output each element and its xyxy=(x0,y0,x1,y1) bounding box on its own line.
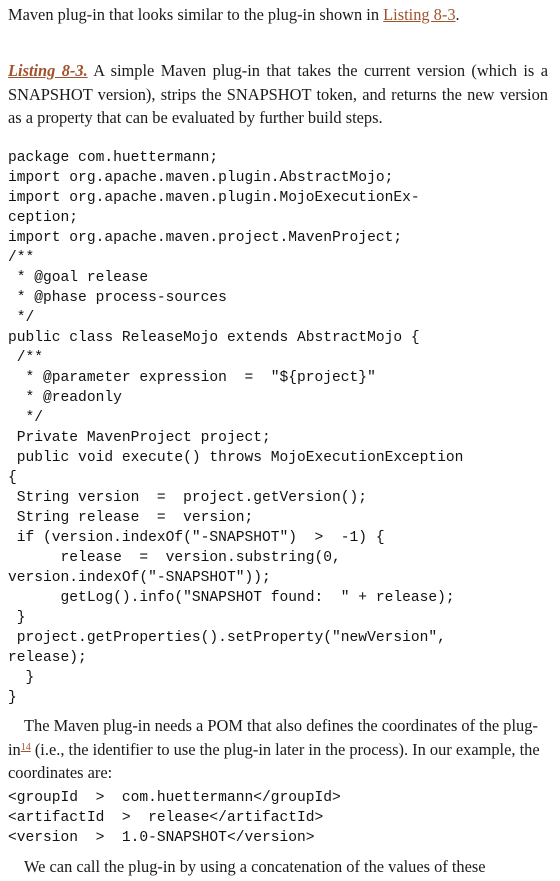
code-line: release = version.substring(0, xyxy=(8,550,341,566)
code-line: public void execute() throws MojoExecuti… xyxy=(8,450,464,466)
document-page: Maven plug-in that looks similar to the … xyxy=(0,0,560,881)
code-line: public class ReleaseMojo extends Abstrac… xyxy=(8,330,420,346)
code-line: release); xyxy=(8,650,87,666)
code-line: * @phase process-sources xyxy=(8,290,227,306)
code-line: } xyxy=(8,610,26,626)
code-line: package com.huettermann; xyxy=(8,150,219,166)
footnote-reference-link[interactable]: 14 xyxy=(21,742,31,753)
listing-caption: Listing 8-3. A simple Maven plug-in that… xyxy=(8,59,548,130)
code-line: /** xyxy=(8,250,35,266)
coordinate-line: <version > 1.0-SNAPSHOT</version> xyxy=(8,830,315,846)
intro-text: Maven plug-in that looks similar to the … xyxy=(8,5,384,24)
coordinate-line: <groupId > com.huettermann</groupId> xyxy=(8,790,341,806)
code-line: ception; xyxy=(8,210,79,226)
code-line: import org.apache.maven.plugin.MojoExecu… xyxy=(8,190,420,206)
code-listing: package com.huettermann; import org.apac… xyxy=(8,148,463,708)
intro-line: Maven plug-in that looks similar to the … xyxy=(8,3,460,27)
code-line: /** xyxy=(8,350,44,366)
code-line: */ xyxy=(8,410,44,426)
code-line: project.getProperties().setProperty("new… xyxy=(8,630,446,646)
code-line: String release = version; xyxy=(8,510,254,526)
code-line: String version = project.getVersion(); xyxy=(8,490,368,506)
listing-label-link[interactable]: Listing 8-3. xyxy=(8,61,88,80)
paragraph-text-after: (i.e., the identifier to use the plug-in… xyxy=(8,739,540,783)
code-line: * @readonly xyxy=(8,390,122,406)
code-line: * @parameter expression = "${project}" xyxy=(8,370,376,386)
code-line: { xyxy=(8,470,17,486)
code-line: getLog().info("SNAPSHOT found: " + relea… xyxy=(8,590,455,606)
coordinates-code: <groupId > com.huettermann</groupId> <ar… xyxy=(8,788,341,848)
body-paragraph: The Maven plug-in needs a POM that also … xyxy=(8,714,540,785)
code-line: if (version.indexOf("-SNAPSHOT") > -1) { xyxy=(8,530,385,546)
listing-caption-text: A simple Maven plug-in that takes the cu… xyxy=(8,61,548,127)
code-line: version.indexOf("-SNAPSHOT")); xyxy=(8,570,271,586)
intro-period: . xyxy=(455,5,460,24)
code-line: import org.apache.maven.plugin.AbstractM… xyxy=(8,170,394,186)
closing-paragraph: We can call the plug-in by using a conca… xyxy=(24,857,486,876)
code-line: Private MavenProject project; xyxy=(8,430,271,446)
code-line: } xyxy=(8,670,35,686)
code-line: } xyxy=(8,690,17,706)
code-line: import org.apache.maven.project.MavenPro… xyxy=(8,230,403,246)
coordinate-line: <artifactId > release</artifactId> xyxy=(8,810,324,826)
listing-8-3-link[interactable]: Listing 8-3 xyxy=(383,5,455,24)
code-line: * @goal release xyxy=(8,270,149,286)
code-line: */ xyxy=(8,310,35,326)
